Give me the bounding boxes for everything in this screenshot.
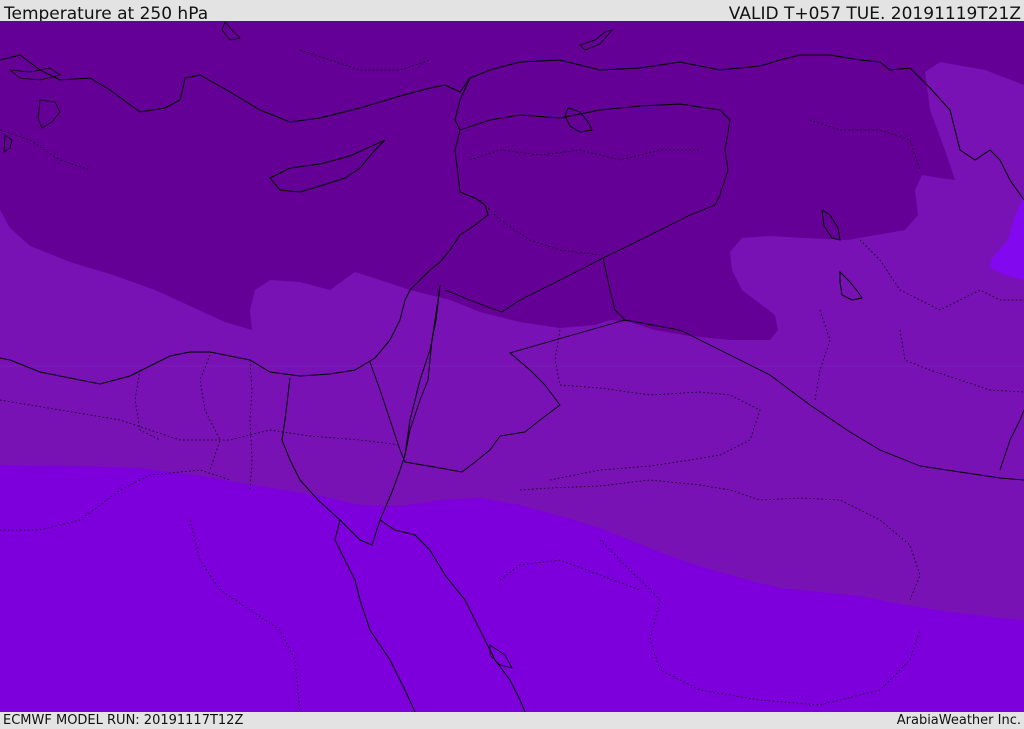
model-run-label: ECMWF MODEL RUN: 20191117T12Z bbox=[3, 713, 244, 728]
header-bar: Temperature at 250 hPa VALID T+057 TUE. … bbox=[0, 0, 1024, 24]
map-view[interactable] bbox=[0, 21, 1024, 712]
map-canvas bbox=[0, 21, 1024, 712]
footer-bar: ECMWF MODEL RUN: 20191117T12Z ArabiaWeat… bbox=[0, 712, 1024, 729]
credit-label: ArabiaWeather Inc. bbox=[896, 713, 1021, 728]
